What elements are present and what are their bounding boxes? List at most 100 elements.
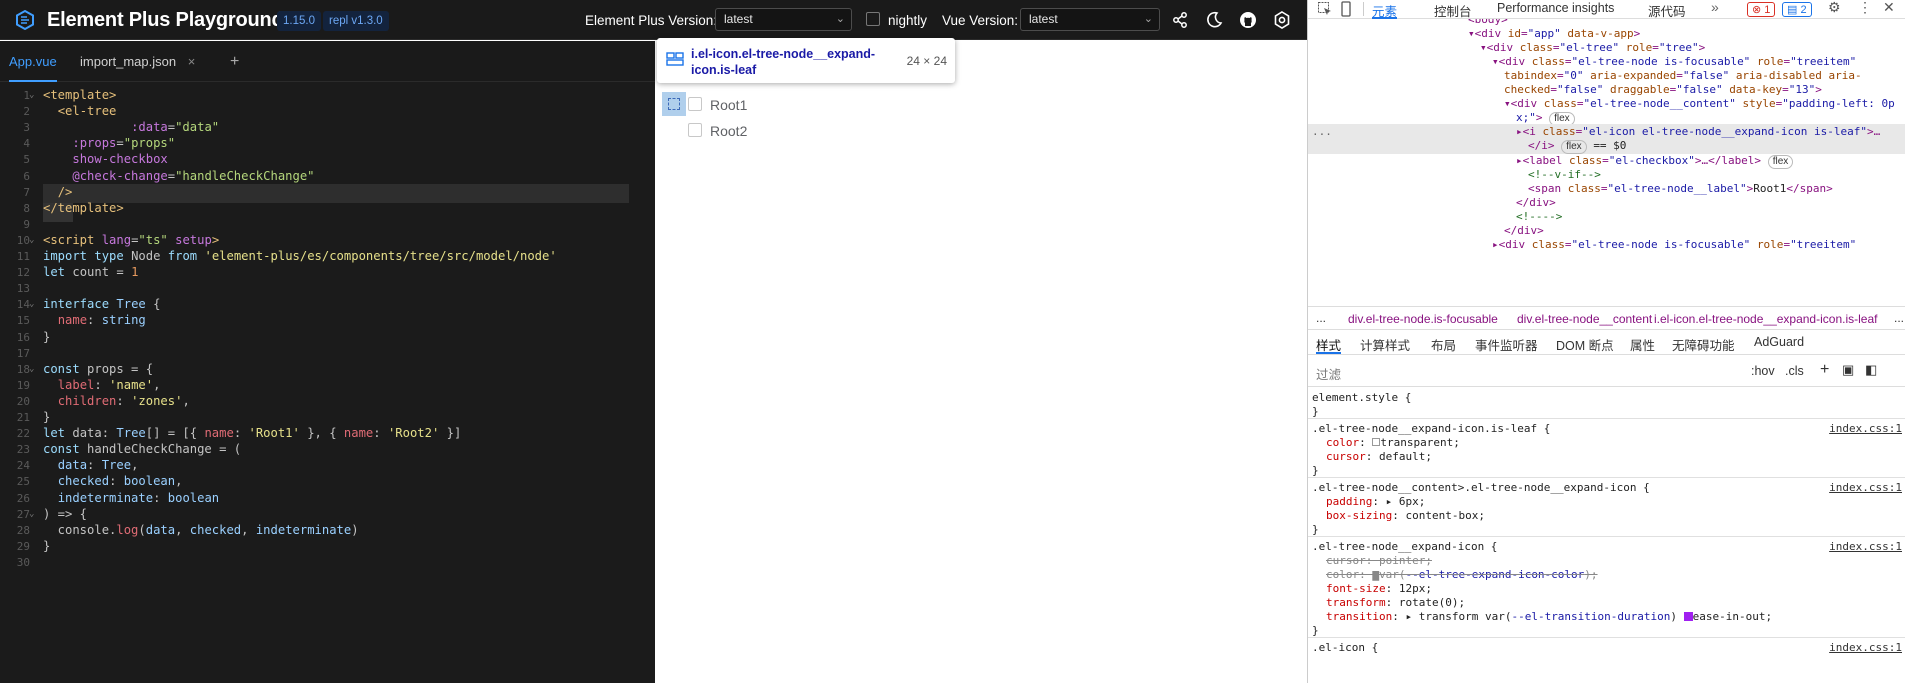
tab-properties[interactable]: 属性 <box>1630 335 1655 354</box>
add-file-button[interactable]: + <box>230 41 239 82</box>
easing-icon[interactable] <box>1683 612 1693 621</box>
code-line[interactable]: :props="props" <box>43 136 175 150</box>
code-line[interactable]: interface Tree { <box>43 297 160 311</box>
tree-node-label[interactable]: Root2 <box>710 123 747 139</box>
code-line[interactable]: const handleCheckChange = ( <box>43 442 241 456</box>
tab-sources[interactable]: 源代码 <box>1648 1 1686 20</box>
tab-accessibility[interactable]: 无障碍功能 <box>1672 335 1735 354</box>
nightly-checkbox[interactable] <box>866 12 880 26</box>
rule-selector[interactable]: element.style { <box>1312 391 1411 404</box>
css-declaration[interactable]: font-size: 12px; <box>1326 582 1432 595</box>
tab-elements[interactable]: 元素 <box>1372 1 1398 19</box>
rule-source-link[interactable]: index.css:1 <box>1829 422 1902 435</box>
tab-dom-breakpoints[interactable]: DOM 断点 <box>1556 335 1614 354</box>
code-line[interactable]: @check-change="handleCheckChange" <box>43 169 314 183</box>
tab-adguard[interactable]: AdGuard <box>1754 335 1804 349</box>
sidebar-toggle-icon[interactable]: ◧ <box>1865 362 1877 378</box>
code-line[interactable]: </template> <box>43 201 124 215</box>
rule-selector[interactable]: .el-tree-node__expand-icon { <box>1312 540 1497 553</box>
css-declaration-overridden[interactable]: cursor: pointer; <box>1326 554 1432 567</box>
tree-node-checkbox[interactable] <box>688 97 702 111</box>
inspect-element-icon[interactable] <box>1317 1 1333 17</box>
breadcrumb-ellipsis[interactable]: ... <box>1316 311 1326 325</box>
paint-icon[interactable]: ▣ <box>1842 362 1854 378</box>
devtools-settings-icon[interactable]: ⚙ <box>1828 0 1841 16</box>
code-line[interactable]: } <box>43 539 50 553</box>
color-swatch[interactable] <box>1372 438 1381 446</box>
code-line[interactable]: let count = 1 <box>43 265 138 279</box>
share-icon[interactable] <box>1170 10 1190 30</box>
code-line[interactable]: let data: Tree[] = [{ name: 'Root1' }, {… <box>43 426 461 440</box>
rule-source-link[interactable]: index.css:1 <box>1829 641 1902 654</box>
code-editor[interactable]: 1 ⌄ <template> 2 <el-tree 3 :data="data" 4 :p… <box>0 82 655 683</box>
dom-node[interactable]: </div> <box>1504 224 1544 237</box>
code-line[interactable]: name: string <box>43 313 146 327</box>
dom-node[interactable]: ▾<div class="el-tree-node__content" styl… <box>1504 97 1895 110</box>
close-icon[interactable]: × <box>188 54 196 69</box>
dom-node[interactable]: ▸<i class="el-icon el-tree-node__expand-… <box>1516 125 1880 138</box>
devtools-menu-icon[interactable]: ⋮ <box>1858 0 1872 16</box>
more-tabs-button[interactable]: » <box>1711 0 1719 15</box>
tab-console[interactable]: 控制台 <box>1434 1 1472 20</box>
code-line[interactable]: label: 'name', <box>43 378 161 392</box>
vue-version-select[interactable]: latest ⌄ <box>1020 8 1160 31</box>
breadcrumb-item-current[interactable]: i.el-icon.el-tree-node__expand-icon.is-l… <box>1654 312 1877 326</box>
fold-chevron-icon[interactable]: ⌄ <box>29 235 34 245</box>
dom-node[interactable]: </div> <box>1516 196 1556 209</box>
rule-selector[interactable]: .el-icon { <box>1312 641 1378 654</box>
cls-toggle[interactable]: .cls <box>1785 364 1804 378</box>
code-line[interactable]: checked: boolean, <box>43 474 183 488</box>
tree-node-label[interactable]: Root1 <box>710 97 747 113</box>
rule-source-link[interactable]: index.css:1 <box>1829 540 1902 553</box>
elements-tree[interactable]: <body> ▾<div id="app" data-v-app> ▾<div … <box>1308 19 1905 306</box>
dom-node[interactable]: ▾<div class="el-tree" role="tree"> <box>1480 41 1705 54</box>
code-line[interactable]: import type Node from 'element-plus/es/c… <box>43 249 557 263</box>
moon-icon[interactable] <box>1204 10 1224 30</box>
code-line[interactable]: show-checkbox <box>43 152 167 166</box>
dom-node[interactable]: ▾<div class="el-tree-node is-focusable" … <box>1492 55 1856 68</box>
code-line[interactable]: data: Tree, <box>43 458 139 472</box>
css-declaration[interactable]: padding: ▸ 6px; <box>1326 495 1425 508</box>
fold-chevron-icon[interactable]: ⌄ <box>29 364 34 374</box>
add-rule-icon[interactable]: + <box>1820 361 1829 379</box>
fold-chevron-icon[interactable]: ⌄ <box>29 90 34 100</box>
code-line[interactable]: indeterminate: boolean <box>43 491 219 505</box>
code-line[interactable]: console.log(data, checked, indeterminate… <box>43 523 359 537</box>
hov-toggle[interactable]: :hov <box>1751 364 1775 378</box>
breadcrumb-item[interactable]: div.el-tree-node.is-focusable <box>1348 312 1498 326</box>
dom-node[interactable]: <body> <box>1468 19 1508 26</box>
css-declaration[interactable]: transform: rotate(0); <box>1326 596 1465 609</box>
settings-icon[interactable] <box>1272 10 1292 30</box>
rule-selector[interactable]: .el-tree-node__content>.el-tree-node__ex… <box>1312 481 1650 494</box>
dom-node[interactable]: ▾<div id="app" data-v-app> <box>1468 27 1640 40</box>
css-declaration[interactable]: box-sizing: content-box; <box>1326 509 1485 522</box>
fold-chevron-icon[interactable]: ⌄ <box>29 509 34 519</box>
tab-event-listeners[interactable]: 事件监听器 <box>1475 335 1538 354</box>
rule-selector[interactable]: .el-tree-node__expand-icon.is-leaf { <box>1312 422 1550 435</box>
message-count-badge[interactable]: ▤ 2 <box>1782 2 1812 17</box>
code-line[interactable]: } <box>43 410 50 424</box>
code-line[interactable]: } <box>43 330 50 344</box>
ep-version-select[interactable]: latest ⌄ <box>715 8 852 31</box>
code-line[interactable]: <el-tree <box>43 104 117 118</box>
code-line[interactable]: :data="data" <box>43 120 219 134</box>
device-toolbar-icon[interactable] <box>1338 1 1354 17</box>
code-line[interactable]: /> <box>43 185 73 199</box>
code-line[interactable]: children: 'zones', <box>43 394 190 408</box>
rule-source-link[interactable]: index.css:1 <box>1829 481 1902 494</box>
css-declaration[interactable]: transition: ▸ transform var(--el-transit… <box>1326 610 1772 623</box>
breadcrumb-ellipsis[interactable]: ... <box>1894 311 1904 325</box>
close-devtools-icon[interactable]: ✕ <box>1883 0 1895 16</box>
tree-node-checkbox[interactable] <box>688 123 702 137</box>
dom-node[interactable]: ▸<div class="el-tree-node is-focusable" … <box>1492 238 1856 251</box>
dom-node[interactable]: </i> flex == $0 <box>1528 139 1626 154</box>
css-declaration[interactable]: cursor: default; <box>1326 450 1432 463</box>
code-line[interactable]: ) => { <box>43 507 87 521</box>
fold-chevron-icon[interactable]: ⌄ <box>29 299 34 309</box>
version-badge[interactable]: 1.15.0 <box>277 11 321 31</box>
tab-computed[interactable]: 计算样式 <box>1360 335 1410 354</box>
tab-performance-insights[interactable]: Performance insights <box>1497 1 1614 15</box>
css-declaration-overridden[interactable]: color: ▆var(--el-tree-expand-icon-color)… <box>1326 568 1598 581</box>
dom-node[interactable]: <span class="el-tree-node__label">Root1<… <box>1528 182 1833 195</box>
css-declaration[interactable]: color: transparent; <box>1326 436 1460 449</box>
